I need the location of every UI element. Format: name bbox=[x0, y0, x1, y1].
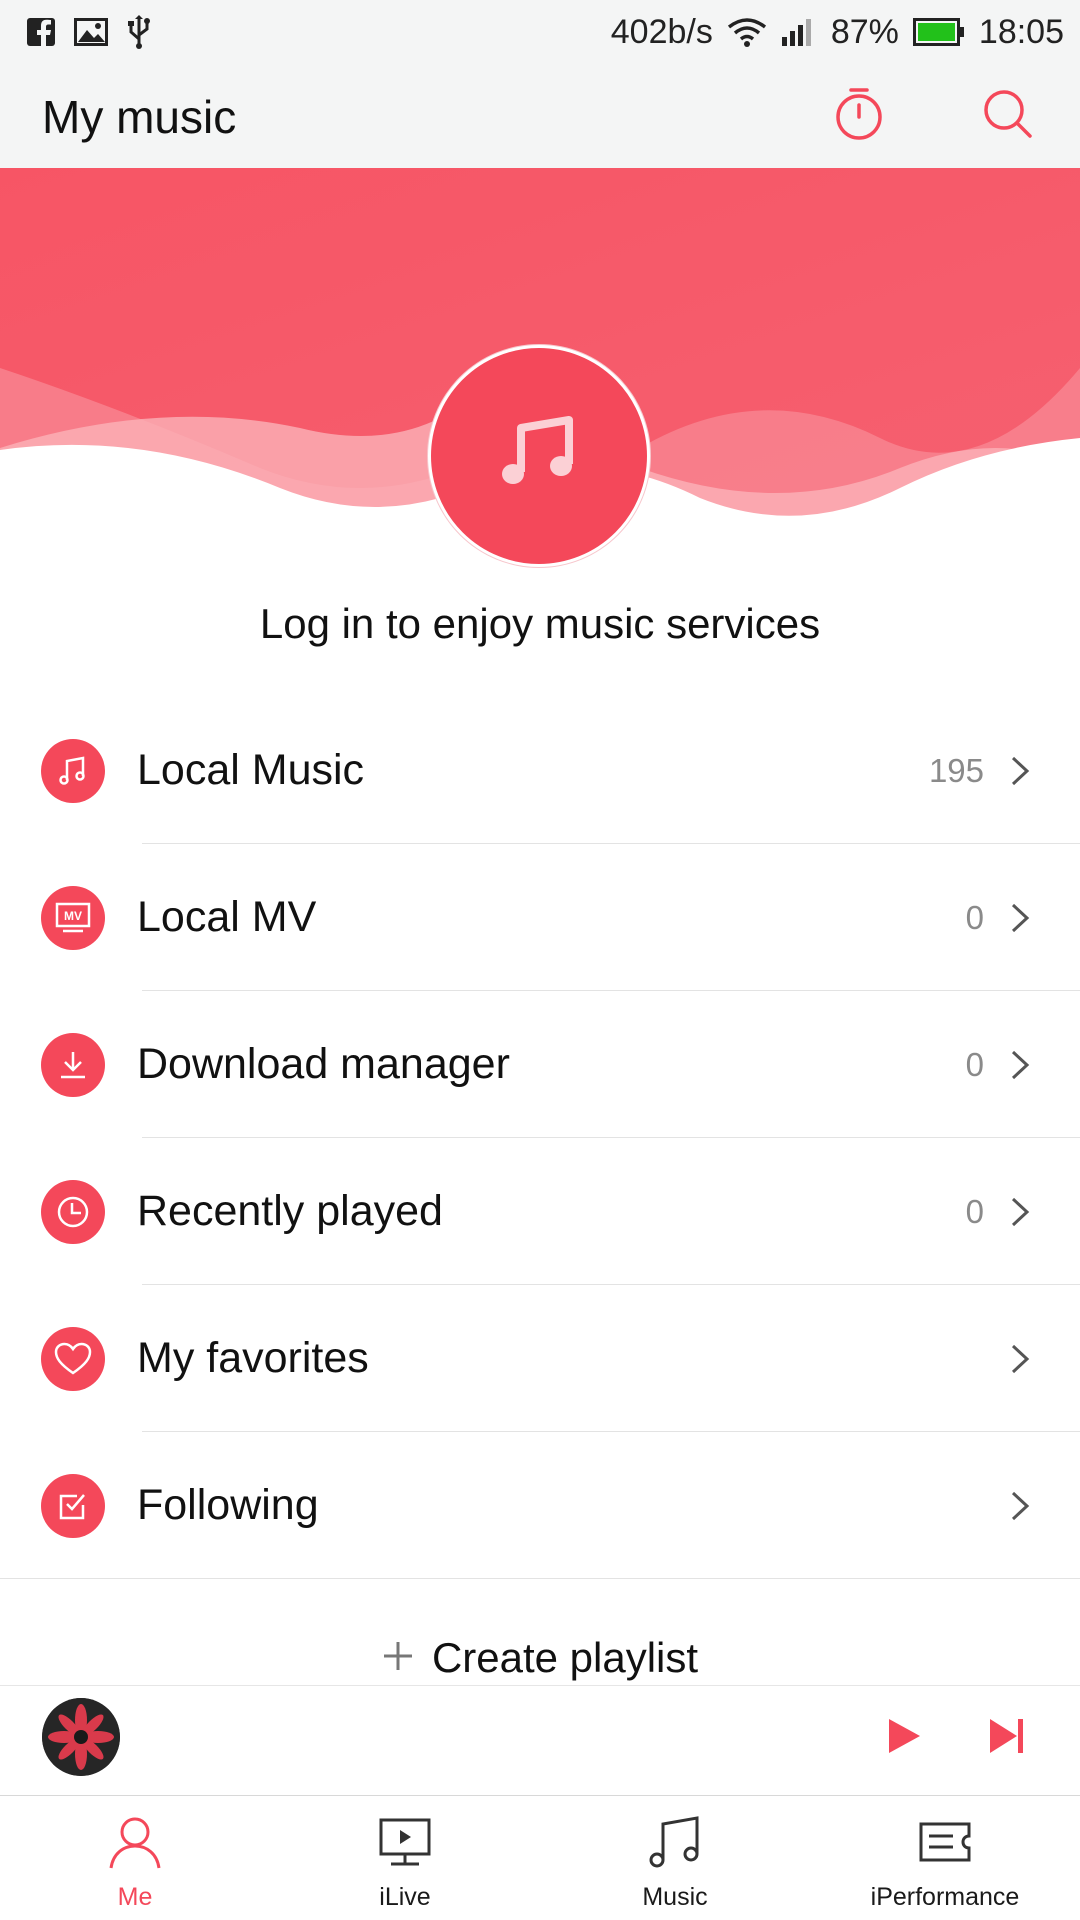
music-icon bbox=[647, 1814, 703, 1875]
chevron-right-icon bbox=[1006, 1047, 1034, 1083]
person-icon bbox=[107, 1814, 163, 1875]
chevron-right-icon bbox=[1006, 753, 1034, 789]
next-icon bbox=[987, 1717, 1027, 1760]
mv-icon: MV bbox=[41, 885, 105, 950]
wifi-icon bbox=[727, 17, 767, 47]
menu-item-count: 0 bbox=[965, 1192, 984, 1230]
create-playlist-label: Create playlist bbox=[431, 1634, 699, 1681]
video-icon bbox=[377, 1814, 433, 1875]
tab-label: Music bbox=[642, 1883, 708, 1911]
tab-label: iLive bbox=[379, 1883, 431, 1911]
menu-item-following[interactable]: Following bbox=[0, 1432, 1080, 1579]
chevron-right-icon bbox=[1006, 1488, 1034, 1524]
tab-music[interactable]: Music bbox=[540, 1796, 810, 1920]
menu-item-count: 0 bbox=[965, 898, 984, 936]
avatar[interactable] bbox=[428, 345, 650, 567]
chevron-right-icon bbox=[1006, 900, 1034, 936]
download-icon bbox=[41, 1032, 105, 1097]
timer-button[interactable] bbox=[829, 86, 889, 146]
album-art[interactable] bbox=[42, 1698, 120, 1776]
status-bar: 402b/s 87% 18:05 bbox=[0, 0, 1080, 64]
ticket-icon bbox=[917, 1814, 973, 1875]
chevron-right-icon bbox=[1006, 1341, 1034, 1377]
timer-icon bbox=[834, 87, 884, 146]
menu-item-local-mv[interactable]: MV Local MV 0 bbox=[0, 844, 1080, 991]
search-button[interactable] bbox=[978, 86, 1038, 146]
battery-percent: 87% bbox=[830, 12, 899, 51]
chevron-right-icon bbox=[1006, 1194, 1034, 1230]
usb-icon bbox=[126, 15, 152, 49]
menu-item-label: Following bbox=[137, 1481, 319, 1529]
image-icon bbox=[74, 18, 108, 46]
page-title: My music bbox=[42, 91, 237, 143]
menu-item-label: Local MV bbox=[137, 893, 317, 941]
network-speed: 402b/s bbox=[610, 12, 713, 51]
facebook-icon bbox=[26, 17, 56, 47]
battery-icon bbox=[912, 18, 965, 46]
menu-item-download-manager[interactable]: Download manager 0 bbox=[0, 991, 1080, 1138]
clock-time: 18:05 bbox=[978, 12, 1064, 51]
menu-item-recently-played[interactable]: Recently played 0 bbox=[0, 1138, 1080, 1285]
heart-icon bbox=[41, 1326, 105, 1391]
signal-icon bbox=[781, 17, 815, 47]
menu-item-label: Download manager bbox=[137, 1040, 510, 1088]
divider bbox=[0, 1578, 1080, 1579]
tab-bar: Me iLive Music iPerformance bbox=[0, 1795, 1080, 1920]
next-button[interactable] bbox=[977, 1708, 1037, 1768]
svg-text:MV: MV bbox=[64, 909, 82, 923]
tab-ilive[interactable]: iLive bbox=[270, 1796, 540, 1920]
menu-item-label: Local Music bbox=[137, 746, 365, 794]
checkbox-icon bbox=[41, 1473, 105, 1538]
clock-icon bbox=[41, 1179, 105, 1244]
menu-item-count: 0 bbox=[965, 1045, 984, 1083]
status-right: 402b/s 87% 18:05 bbox=[611, 13, 1064, 52]
tab-iperformance[interactable]: iPerformance bbox=[810, 1796, 1080, 1920]
tab-me[interactable]: Me bbox=[0, 1796, 270, 1920]
menu-list: Local Music 195 MV Local MV 0 Download m… bbox=[0, 697, 1080, 1579]
status-left bbox=[26, 15, 152, 49]
music-note-icon bbox=[499, 414, 579, 499]
plus-icon bbox=[382, 1634, 414, 1682]
login-prompt[interactable]: Log in to enjoy music services bbox=[0, 600, 1080, 648]
tab-label: iPerformance bbox=[870, 1883, 1020, 1911]
tab-label: Me bbox=[117, 1883, 153, 1911]
music-note-icon bbox=[41, 738, 105, 803]
search-icon bbox=[982, 88, 1034, 145]
menu-item-local-music[interactable]: Local Music 195 bbox=[0, 697, 1080, 844]
create-playlist-button[interactable]: Create playlist bbox=[0, 1632, 1080, 1684]
menu-item-label: Recently played bbox=[137, 1187, 443, 1235]
play-icon bbox=[886, 1717, 922, 1760]
app-header: My music bbox=[0, 64, 1080, 168]
play-button[interactable] bbox=[874, 1708, 934, 1768]
menu-item-label: My favorites bbox=[137, 1334, 369, 1382]
menu-item-my-favorites[interactable]: My favorites bbox=[0, 1285, 1080, 1432]
mini-player bbox=[0, 1685, 1080, 1795]
menu-item-count: 195 bbox=[928, 751, 984, 789]
